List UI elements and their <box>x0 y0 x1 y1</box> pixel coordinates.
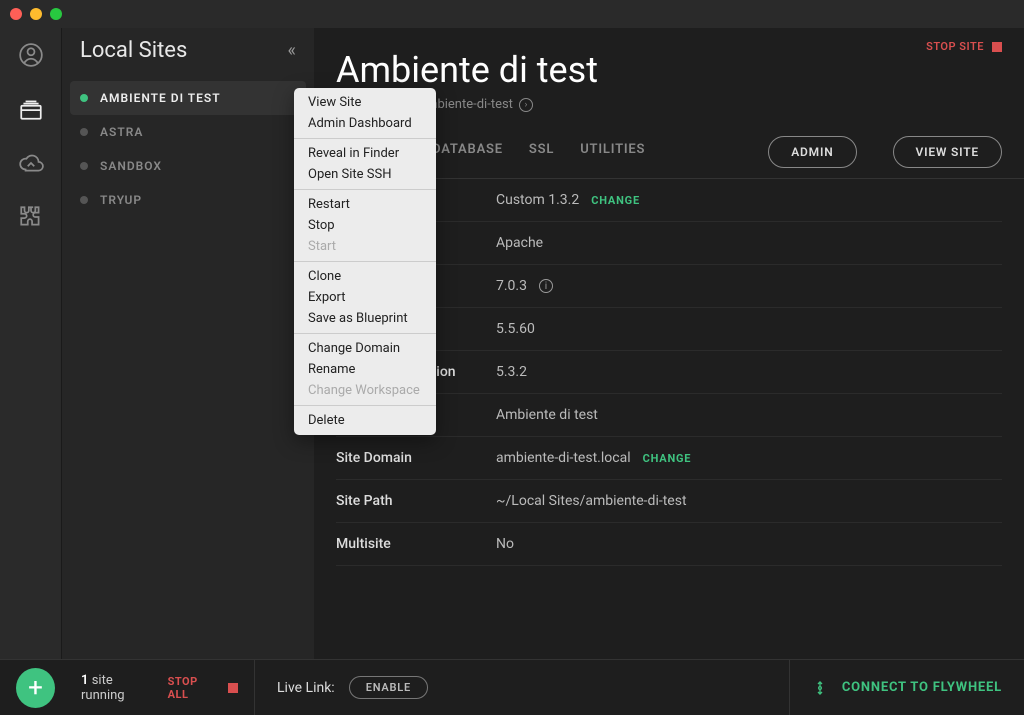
detail-value: Ambiente di test <box>496 407 598 423</box>
sidebar-title: Local Sites <box>80 38 187 63</box>
cloud-icon[interactable] <box>18 150 44 176</box>
menu-separator <box>294 333 436 334</box>
window-zoom-button[interactable] <box>50 8 62 20</box>
stop-all-button[interactable]: STOP ALL <box>168 675 238 701</box>
menu-item-export[interactable]: Export <box>294 287 436 308</box>
window-close-button[interactable] <box>10 8 22 20</box>
collapse-sidebar-icon[interactable]: « <box>288 40 296 61</box>
menu-item-clone[interactable]: Clone <box>294 266 436 287</box>
detail-row: Site Path~/Local Sites/ambiente-di-test <box>336 480 1002 523</box>
menu-item-stop[interactable]: Stop <box>294 215 436 236</box>
menu-separator <box>294 405 436 406</box>
detail-value: Custom 1.3.2CHANGE <box>496 192 640 208</box>
footer: + 1 site running STOP ALL Live Link: ENA… <box>0 659 1024 715</box>
nav-rail <box>0 28 62 659</box>
menu-item-reveal-in-finder[interactable]: Reveal in Finder <box>294 143 436 164</box>
sidebar-site-item[interactable]: AMBIENTE DI TEST <box>70 81 306 115</box>
stop-icon <box>228 683 238 693</box>
sidebar-site-item[interactable]: SANDBOX <box>62 149 314 183</box>
detail-label: Site Path <box>336 493 496 509</box>
detail-row: Site Domainambiente-di-test.localCHANGE <box>336 437 1002 480</box>
tab-utilities[interactable]: UTILITIES <box>580 142 645 172</box>
sidebar-site-label: ASTRA <box>100 125 143 139</box>
info-icon[interactable]: i <box>539 279 553 293</box>
change-link[interactable]: CHANGE <box>643 452 692 465</box>
status-dot-icon <box>80 196 88 204</box>
user-icon[interactable] <box>18 42 44 68</box>
detail-value: 5.3.2 <box>496 364 527 380</box>
menu-item-start: Start <box>294 236 436 257</box>
detail-value: No <box>496 536 514 552</box>
titlebar <box>0 0 1024 28</box>
detail-value: ambiente-di-test.localCHANGE <box>496 450 691 466</box>
window-minimize-button[interactable] <box>30 8 42 20</box>
sidebar: Local Sites « AMBIENTE DI TEST ASTRA SANDB… <box>62 28 314 659</box>
live-link-label: Live Link: <box>277 680 335 696</box>
tab-database[interactable]: DATABASE <box>432 142 503 172</box>
sites-icon[interactable] <box>18 96 44 122</box>
menu-item-change-workspace: Change Workspace <box>294 380 436 401</box>
site-context-menu: View SiteAdmin Dashboard Reveal in Finder… <box>294 88 436 435</box>
menu-item-delete[interactable]: Delete <box>294 410 436 431</box>
detail-value: Apache <box>496 235 543 251</box>
add-site-button[interactable]: + <box>16 668 55 708</box>
sidebar-site-label: SANDBOX <box>100 159 162 173</box>
site-list: AMBIENTE DI TEST ASTRA SANDBOX TRYUP <box>62 81 314 217</box>
menu-item-restart[interactable]: Restart <box>294 194 436 215</box>
menu-item-change-domain[interactable]: Change Domain <box>294 338 436 359</box>
sidebar-site-label: TRYUP <box>100 193 142 207</box>
sidebar-site-item[interactable]: TRYUP <box>62 183 314 217</box>
addons-icon[interactable] <box>18 204 44 230</box>
menu-item-admin-dashboard[interactable]: Admin Dashboard <box>294 113 436 134</box>
detail-value: ~/Local Sites/ambiente-di-test <box>496 493 687 509</box>
connect-flywheel-button[interactable]: CONNECT TO FLYWHEEL <box>789 660 1024 715</box>
admin-button[interactable]: ADMIN <box>768 136 856 168</box>
status-dot-icon <box>80 94 88 102</box>
running-count: 1 site running <box>81 673 158 703</box>
detail-label: Site Domain <box>336 450 496 466</box>
status-dot-icon <box>80 128 88 136</box>
tab-ssl[interactable]: SSL <box>529 142 554 172</box>
menu-item-open-site-ssh[interactable]: Open Site SSH <box>294 164 436 185</box>
sidebar-site-item[interactable]: ASTRA <box>62 115 314 149</box>
sidebar-site-label: AMBIENTE DI TEST <box>100 91 221 105</box>
view-site-button[interactable]: VIEW SITE <box>893 136 1002 168</box>
reveal-path-icon[interactable]: › <box>519 98 533 112</box>
menu-separator <box>294 189 436 190</box>
detail-value: 7.0.3i <box>496 278 553 294</box>
status-dot-icon <box>80 162 88 170</box>
change-link[interactable]: CHANGE <box>591 194 640 207</box>
detail-label: Multisite <box>336 536 496 552</box>
detail-row: MultisiteNo <box>336 523 1002 566</box>
detail-value: 5.5.60 <box>496 321 535 337</box>
menu-separator <box>294 138 436 139</box>
menu-item-rename[interactable]: Rename <box>294 359 436 380</box>
menu-item-view-site[interactable]: View Site <box>294 92 436 113</box>
flywheel-icon <box>812 678 828 698</box>
menu-item-save-as-blueprint[interactable]: Save as Blueprint <box>294 308 436 329</box>
page-title: Ambiente di test <box>314 49 1024 91</box>
enable-live-link-button[interactable]: ENABLE <box>349 676 428 699</box>
menu-separator <box>294 261 436 262</box>
